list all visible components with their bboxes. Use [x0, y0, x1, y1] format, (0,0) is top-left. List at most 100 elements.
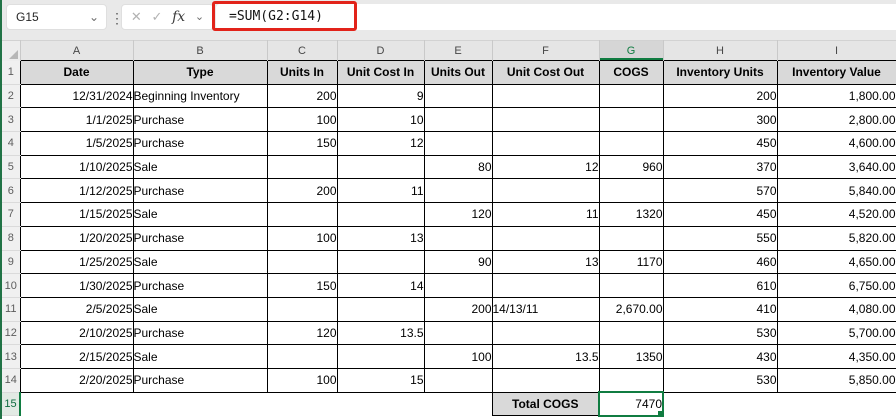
row-header-12[interactable]: 12 [2, 321, 20, 346]
cell-A11[interactable]: 2/5/2025 [19, 296, 134, 322]
chevron-down-icon[interactable]: ⌄ [89, 5, 99, 29]
name-box[interactable]: G15 ⌄ [6, 4, 107, 30]
fill-handle[interactable] [658, 410, 664, 417]
header-cell-F1[interactable]: Unit Cost Out [491, 60, 600, 85]
cancel-icon[interactable]: ✕ [131, 9, 142, 25]
cell-F9[interactable]: 13 [491, 249, 600, 275]
row-header-14[interactable]: 14 [2, 368, 20, 393]
cell-I2[interactable]: 1,800.00 [776, 83, 896, 109]
enter-icon[interactable]: ✓ [151, 9, 162, 25]
column-header-C[interactable]: C [267, 40, 338, 61]
chevron-down-icon[interactable]: ⌄ [195, 5, 204, 29]
cell-A7[interactable]: 1/15/2025 [19, 202, 134, 227]
cell-B10[interactable]: Purchase [132, 273, 268, 298]
cell-G8[interactable] [598, 225, 664, 251]
insert-function-icon[interactable]: fx [172, 9, 185, 25]
cell-G10[interactable] [598, 273, 664, 298]
cell-H7[interactable]: 450 [662, 202, 778, 227]
cell-B12[interactable]: Purchase [132, 320, 268, 346]
cell-D5[interactable] [336, 154, 425, 180]
cell-I4[interactable]: 4,600.00 [776, 131, 896, 156]
cell-D3[interactable]: 10 [336, 107, 425, 133]
cell-D7[interactable] [336, 202, 425, 227]
cell-H12[interactable]: 530 [662, 320, 778, 346]
cell-D6[interactable]: 11 [336, 178, 425, 204]
cell-E7[interactable]: 120 [423, 202, 493, 227]
cell-H5[interactable]: 370 [662, 154, 778, 180]
cell-C14[interactable]: 100 [266, 367, 338, 393]
cell-G4[interactable] [598, 131, 664, 156]
total-cogs-label-cell[interactable]: Total COGS [491, 391, 600, 417]
cell-F3[interactable] [491, 107, 600, 133]
cell-B15[interactable] [133, 392, 267, 416]
cell-A9[interactable]: 1/25/2025 [19, 249, 134, 275]
cell-I14[interactable]: 5,850.00 [776, 367, 896, 393]
cell-H4[interactable]: 450 [662, 131, 778, 156]
row-header-2[interactable]: 2 [2, 84, 20, 109]
cell-E2[interactable] [423, 83, 493, 109]
cell-G3[interactable] [598, 107, 664, 133]
cell-E4[interactable] [423, 131, 493, 156]
row-header-11[interactable]: 11 [2, 297, 20, 322]
cell-H10[interactable]: 610 [662, 273, 778, 298]
cell-I10[interactable]: 6,750.00 [776, 273, 896, 298]
cell-H14[interactable]: 530 [662, 367, 778, 393]
cell-C13[interactable] [266, 344, 338, 369]
cell-C4[interactable]: 150 [266, 131, 338, 156]
cell-F13[interactable]: 13.5 [491, 344, 600, 369]
cell-D10[interactable]: 14 [336, 273, 425, 298]
cell-B14[interactable]: Purchase [132, 367, 268, 393]
cell-C12[interactable]: 120 [266, 320, 338, 346]
cell-E12[interactable] [423, 320, 493, 346]
cell-A5[interactable]: 1/10/2025 [19, 154, 134, 180]
row-header-7[interactable]: 7 [2, 202, 20, 227]
header-cell-B1[interactable]: Type [132, 60, 268, 85]
column-header-B[interactable]: B [133, 40, 268, 61]
column-header-F[interactable]: F [492, 40, 600, 61]
cell-A14[interactable]: 2/20/2025 [19, 367, 134, 393]
cell-I3[interactable]: 2,800.00 [776, 107, 896, 133]
cell-D12[interactable]: 13.5 [336, 320, 425, 346]
row-header-8[interactable]: 8 [2, 226, 20, 251]
cell-F14[interactable] [491, 367, 600, 393]
cell-E5[interactable]: 80 [423, 154, 493, 180]
cell-A10[interactable]: 1/30/2025 [19, 273, 134, 298]
cell-H15[interactable] [663, 392, 777, 416]
column-header-I[interactable]: I [777, 40, 896, 61]
selected-cell-G15[interactable]: 7470 [598, 391, 664, 417]
cell-F5[interactable]: 12 [491, 154, 600, 180]
row-header-5[interactable]: 5 [2, 155, 20, 180]
cell-F8[interactable] [491, 225, 600, 251]
row-header-6[interactable]: 6 [2, 178, 20, 204]
cell-I6[interactable]: 5,840.00 [776, 178, 896, 204]
cell-G6[interactable] [598, 178, 664, 204]
cell-E14[interactable] [423, 367, 493, 393]
cell-D14[interactable]: 15 [336, 367, 425, 393]
row-header-13[interactable]: 13 [2, 344, 20, 369]
header-cell-G1[interactable]: COGS [598, 60, 664, 85]
cell-H2[interactable]: 200 [662, 83, 778, 109]
cell-I9[interactable]: 4,650.00 [776, 249, 896, 275]
cell-I15[interactable] [777, 392, 896, 416]
cell-B5[interactable]: Sale [132, 154, 268, 180]
cell-E10[interactable] [423, 273, 493, 298]
header-cell-A1[interactable]: Date [19, 60, 134, 85]
cell-A8[interactable]: 1/20/2025 [19, 225, 134, 251]
cell-C8[interactable]: 100 [266, 225, 338, 251]
cell-I12[interactable]: 5,700.00 [776, 320, 896, 346]
column-header-E[interactable]: E [424, 40, 493, 61]
cell-C3[interactable]: 100 [266, 107, 338, 133]
header-cell-C1[interactable]: Units In [266, 60, 338, 85]
cell-E9[interactable]: 90 [423, 249, 493, 275]
cell-B11[interactable]: Sale [132, 296, 268, 322]
cell-H3[interactable]: 300 [662, 107, 778, 133]
cell-B2[interactable]: Beginning Inventory [132, 83, 268, 109]
cell-H9[interactable]: 460 [662, 249, 778, 275]
cell-I11[interactable]: 4,080.00 [776, 296, 896, 322]
column-header-D[interactable]: D [337, 40, 425, 61]
cell-G11[interactable]: 2,670.00 [598, 296, 664, 322]
cell-F10[interactable] [491, 273, 600, 298]
cell-C2[interactable]: 200 [266, 83, 338, 109]
row-header-3[interactable]: 3 [2, 107, 20, 133]
cell-B3[interactable]: Purchase [132, 107, 268, 133]
